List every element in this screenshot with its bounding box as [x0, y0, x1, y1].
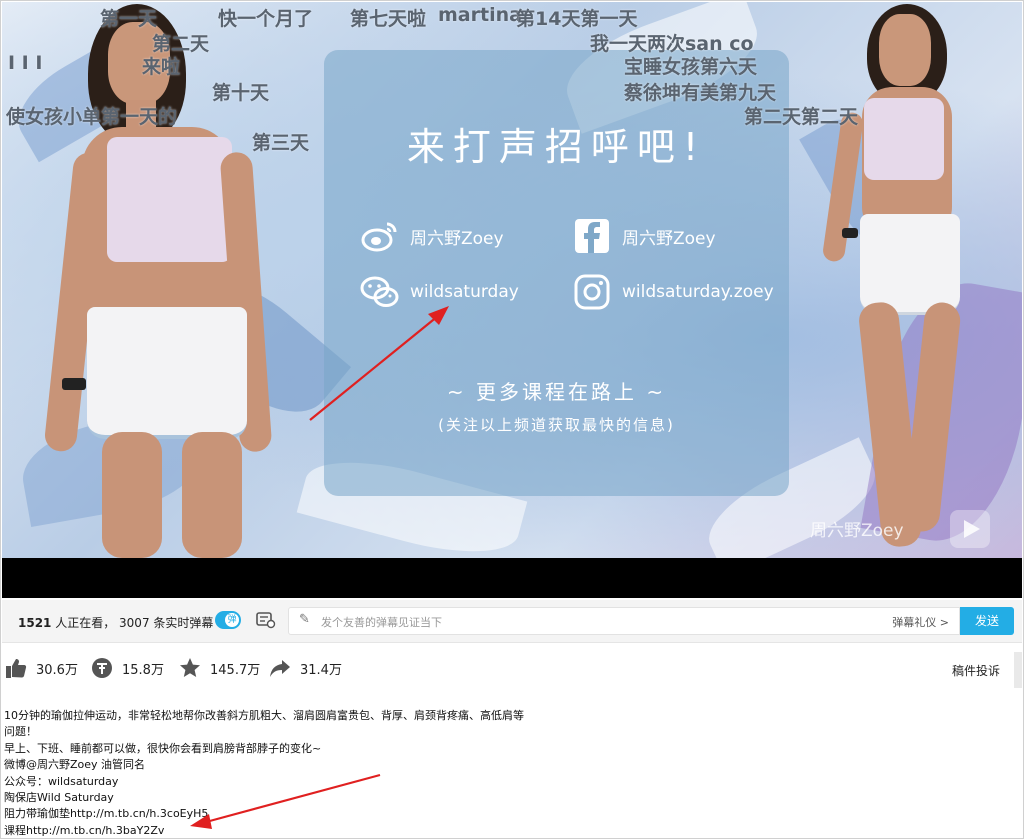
social-card: 来打声招呼吧! 周六野Zoey 周六野Zoey wildsaturday wil… — [324, 50, 789, 496]
share-count: 31.4万 — [300, 662, 342, 678]
danmaku-placeholder: 发个友善的弹幕见证当下 — [321, 616, 442, 629]
description-line: 问题！ — [4, 725, 37, 739]
coin-icon — [90, 656, 114, 680]
danmaku-comment: 第二天第二天 — [744, 106, 859, 128]
pen-icon: ✎ — [299, 612, 310, 627]
play-logo-icon — [950, 510, 990, 548]
danmaku-comment: 使女孩小单第一天的 — [6, 106, 178, 128]
video-description: 10分钟的瑜伽拉伸运动，非常轻松地帮你改善斜方肌粗大、溜肩圆肩富贵包、背厚、肩颈… — [4, 708, 524, 839]
danmaku-comment: 快一个月了 — [218, 8, 314, 30]
danmaku-comment: 第十天 — [212, 82, 270, 104]
danmaku-bar: 1521 人正在看， 3007 条实时弹幕 弹 ✎ 发个友善的弹幕见证当下 弹幕… — [2, 600, 1022, 643]
danmaku-input[interactable]: ✎ 发个友善的弹幕见证当下 弹幕礼仪 > — [288, 607, 960, 635]
viewer-stats: 1521 人正在看， 3007 条实时弹幕 — [18, 614, 213, 631]
wechat-icon — [360, 272, 400, 312]
description-line: 公众号：wildsaturday — [4, 774, 119, 788]
danmaku-settings-icon[interactable] — [256, 611, 276, 629]
social-facebook: 周六野Zoey — [572, 216, 716, 256]
danmaku-comment: 来啦 — [142, 56, 181, 78]
danmaku-toggle-label: 弹 — [225, 613, 239, 627]
description-line: 微博@周六野Zoey 油管同名 — [4, 758, 146, 772]
danmaku-comment: 宝睡女孩第六天 — [624, 56, 758, 78]
report-link[interactable]: 稿件投诉 — [952, 662, 1000, 679]
video-toolbar: 30.6万 15.8万 145.7万 31.4万 稿件投诉 — [2, 648, 1022, 688]
card-note: (关注以上频道获取最快的信息) — [438, 416, 675, 434]
social-weibo: 周六野Zoey — [360, 216, 504, 256]
danmaku-comment: 第七天啦 — [350, 8, 427, 30]
video-player[interactable]: 来打声招呼吧! 周六野Zoey 周六野Zoey wildsaturday wil… — [2, 2, 1022, 598]
share-icon — [268, 656, 292, 680]
description-line: 陶保店Wild Saturday — [4, 791, 114, 805]
description-line: 10分钟的瑜伽拉伸运动，非常轻松地帮你改善斜方肌粗大、溜肩圆肩富贵包、背厚、肩颈… — [4, 709, 524, 722]
like-button[interactable]: 30.6万 — [4, 656, 78, 680]
danmaku-comment: 第一天 — [100, 8, 158, 30]
social-wechat: wildsaturday — [360, 272, 519, 312]
danmaku-etiquette-link[interactable]: 弹幕礼仪 > — [892, 614, 949, 630]
like-count: 30.6万 — [36, 662, 78, 678]
thumbs-up-icon — [4, 656, 28, 680]
favorite-button[interactable]: 145.7万 — [178, 656, 260, 680]
danmaku-comment: I I I — [8, 52, 43, 74]
social-instagram-label: wildsaturday.zoey — [622, 282, 774, 302]
card-subtitle: ~ 更多课程在路上 ~ — [446, 380, 667, 404]
share-button[interactable]: 31.4万 — [268, 656, 342, 680]
viewer-text: 人正在看， 3007 条实时弹幕 — [51, 616, 214, 630]
card-title: 来打声招呼吧! — [406, 125, 707, 169]
danmaku-comment: martina — [438, 4, 522, 26]
social-weibo-label: 周六野Zoey — [410, 228, 504, 249]
social-wechat-label: wildsaturday — [410, 282, 519, 302]
danmaku-comment: 第14天第一天 — [516, 8, 638, 30]
danmaku-comment: 蔡徐坤有美第九天 — [624, 82, 777, 104]
danmaku-comment: 第三天 — [252, 132, 310, 154]
star-icon — [178, 656, 202, 680]
danmaku-toggle[interactable]: 弹 — [215, 611, 241, 629]
favorite-count: 145.7万 — [210, 662, 261, 678]
video-frame[interactable]: 来打声招呼吧! 周六野Zoey 周六野Zoey wildsaturday wil… — [2, 2, 1022, 558]
facebook-icon — [572, 216, 612, 256]
description-line: 早上、下班、睡前都可以做，很快你会看到肩膀背部脖子的变化~ — [4, 741, 322, 755]
channel-watermark: 周六野Zoey — [810, 521, 904, 541]
scrollbar[interactable] — [1014, 652, 1022, 688]
instagram-icon — [572, 272, 612, 312]
send-button[interactable]: 发送 — [960, 607, 1014, 635]
weibo-icon — [360, 216, 400, 256]
social-instagram: wildsaturday.zoey — [572, 272, 774, 312]
coin-button[interactable]: 15.8万 — [90, 656, 164, 680]
description-line: 课程http://m.tb.cn/h.3baY2Zv — [4, 823, 165, 837]
viewer-count: 1521 — [18, 616, 52, 630]
social-facebook-label: 周六野Zoey — [622, 228, 716, 249]
coin-count: 15.8万 — [122, 662, 164, 678]
description-line: 阻力带瑜伽垫http://m.tb.cn/h.3coEyH5 — [4, 807, 209, 821]
